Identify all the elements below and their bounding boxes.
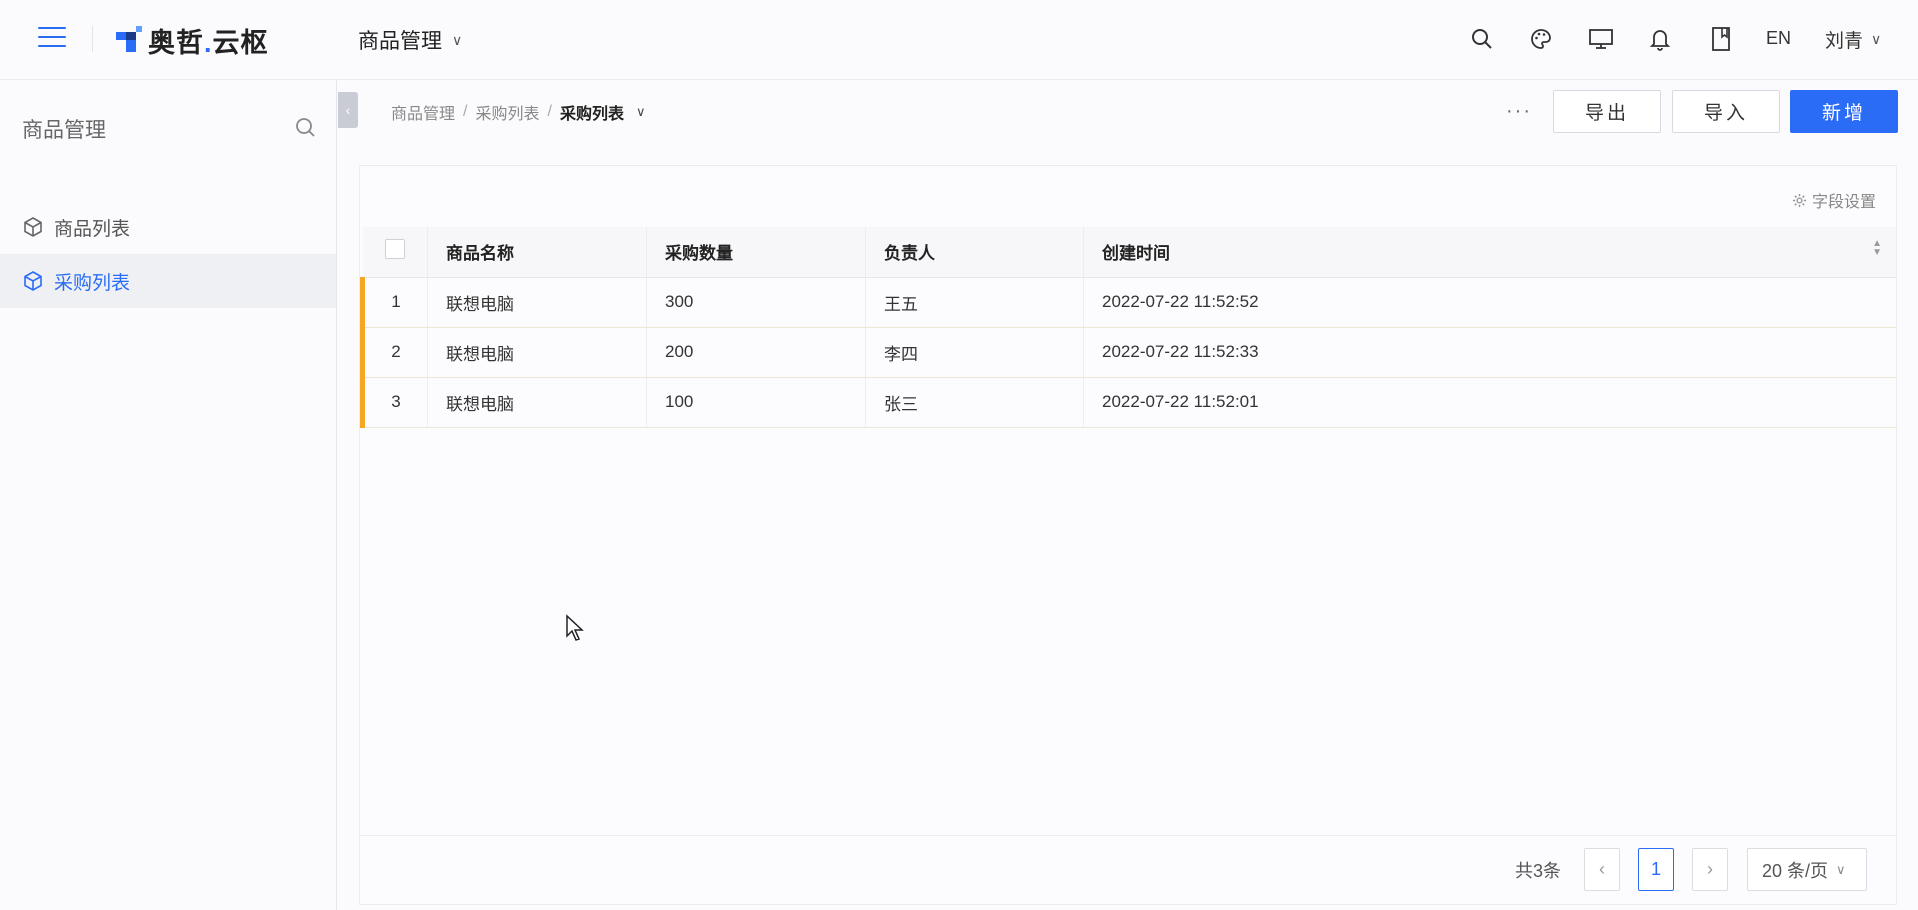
sidebar-item-product-list[interactable]: 商品列表	[0, 200, 336, 254]
user-menu[interactable]: 刘青 ∨	[1825, 26, 1881, 53]
cell-name: 联想电脑	[427, 377, 647, 428]
select-all-checkbox[interactable]	[384, 239, 405, 260]
sidebar-collapse-toggle[interactable]: ‹	[338, 92, 358, 128]
chevron-down-icon: ∨	[1836, 861, 1846, 877]
module-label: 商品管理	[358, 30, 442, 53]
mouse-cursor-icon	[566, 614, 584, 641]
chevron-left-icon: ‹	[345, 102, 351, 118]
header-divider	[92, 26, 93, 52]
top-header: 奥哲.云枢 商品管理 ∨ EN 刘青 ∨	[0, 0, 1918, 80]
breadcrumb-separator: /	[547, 103, 552, 120]
cell-qty: 100	[646, 377, 866, 428]
search-icon[interactable]	[1468, 24, 1496, 54]
table-row[interactable]: 3 联想电脑 100 张三 2022-07-22 11:52:01	[360, 377, 1897, 428]
total-count: 共3条	[1515, 861, 1562, 881]
cell-created: 2022-07-22 11:52:52	[1083, 277, 1897, 328]
column-header-created[interactable]: 创建时间 ▲ ▼	[1083, 227, 1897, 278]
sidebar: 商品管理 商品列表 采购列表	[0, 80, 337, 910]
cube-icon	[24, 271, 42, 291]
select-all-cell	[362, 227, 428, 278]
cell-qty: 300	[646, 277, 866, 328]
sidebar-item-label: 商品列表	[54, 218, 131, 240]
page-size-select[interactable]: 20 条/页 ∨	[1747, 848, 1867, 891]
cell-created: 2022-07-22 11:52:33	[1083, 327, 1897, 378]
row-index: 2	[360, 327, 428, 378]
module-selector[interactable]: 商品管理 ∨	[358, 25, 462, 55]
add-button[interactable]: 新增	[1790, 90, 1898, 133]
palette-icon[interactable]	[1527, 24, 1555, 54]
breadcrumb-item[interactable]: 采购列表	[475, 100, 539, 124]
pagination-divider	[360, 835, 1897, 836]
sidebar-search-icon[interactable]	[294, 116, 318, 140]
column-header-label: 创建时间	[1102, 244, 1170, 264]
user-name: 刘青	[1825, 31, 1864, 52]
breadcrumb-current[interactable]: 采购列表	[560, 100, 624, 124]
column-header[interactable]: 商品名称	[427, 227, 647, 278]
import-button[interactable]: 导入	[1672, 90, 1780, 133]
column-header[interactable]: 采购数量	[646, 227, 866, 278]
breadcrumb-item[interactable]: 商品管理	[391, 100, 455, 124]
breadcrumb-separator: /	[463, 103, 468, 120]
next-page-button[interactable]: ›	[1692, 848, 1728, 891]
language-switch[interactable]: EN	[1766, 28, 1791, 49]
content-panel: 字段设置 商品名称 采购数量 负责人 创建时间 ▲ ▼ 1 联想电脑 300 王…	[359, 165, 1897, 905]
logo-mark-icon	[116, 26, 142, 52]
export-button[interactable]: 导出	[1553, 90, 1661, 133]
bookmark-icon[interactable]	[1707, 24, 1735, 54]
page-size-value: 20 条/页	[1762, 860, 1829, 881]
sort-icon[interactable]: ▲ ▼	[1872, 239, 1882, 258]
menu-icon[interactable]	[38, 27, 66, 51]
sidebar-item-purchase-list[interactable]: 采购列表	[0, 254, 336, 308]
chevron-down-icon: ∨	[452, 31, 463, 48]
table-row[interactable]: 2 联想电脑 200 李四 2022-07-22 11:52:33	[360, 327, 1897, 378]
cell-owner: 李四	[865, 327, 1084, 378]
logo-dot: .	[204, 27, 213, 58]
cell-qty: 200	[646, 327, 866, 378]
cube-icon	[24, 217, 42, 237]
chevron-right-icon: ›	[1707, 859, 1713, 879]
field-settings-label: 字段设置	[1811, 194, 1876, 211]
chevron-left-icon: ‹	[1599, 859, 1605, 879]
row-index: 1	[360, 277, 428, 328]
cell-owner: 张三	[865, 377, 1084, 428]
sidebar-title: 商品管理	[22, 119, 106, 142]
column-header[interactable]: 负责人	[865, 227, 1084, 278]
breadcrumb: 商品管理 / 采购列表 / 采购列表 ∨	[391, 100, 645, 124]
table-header-row: 商品名称 采购数量 负责人 创建时间 ▲ ▼	[362, 227, 1897, 278]
cell-name: 联想电脑	[427, 327, 647, 378]
field-settings-button[interactable]: 字段设置	[1792, 188, 1876, 212]
cell-name: 联想电脑	[427, 277, 647, 328]
bell-icon[interactable]	[1646, 24, 1674, 54]
monitor-icon[interactable]	[1587, 24, 1615, 54]
purchase-table: 商品名称 采购数量 负责人 创建时间 ▲ ▼ 1 联想电脑 300 王五 2022…	[360, 227, 1897, 428]
gear-icon	[1792, 193, 1807, 207]
chevron-down-icon[interactable]: ∨	[636, 104, 646, 120]
table-row[interactable]: 1 联想电脑 300 王五 2022-07-22 11:52:52	[360, 277, 1897, 328]
cell-owner: 王五	[865, 277, 1084, 328]
cell-created: 2022-07-22 11:52:01	[1083, 377, 1897, 428]
row-index: 3	[360, 377, 428, 428]
logo-text: 奥哲	[148, 27, 204, 58]
page-number-button[interactable]: 1	[1638, 848, 1674, 891]
chevron-down-icon: ∨	[1871, 31, 1882, 47]
sidebar-item-label: 采购列表	[54, 272, 131, 294]
prev-page-button[interactable]: ‹	[1584, 848, 1620, 891]
more-actions-button[interactable]: ···	[1506, 100, 1532, 123]
logo-text-2: 云枢	[212, 27, 269, 58]
logo: 奥哲.云枢	[116, 22, 269, 58]
